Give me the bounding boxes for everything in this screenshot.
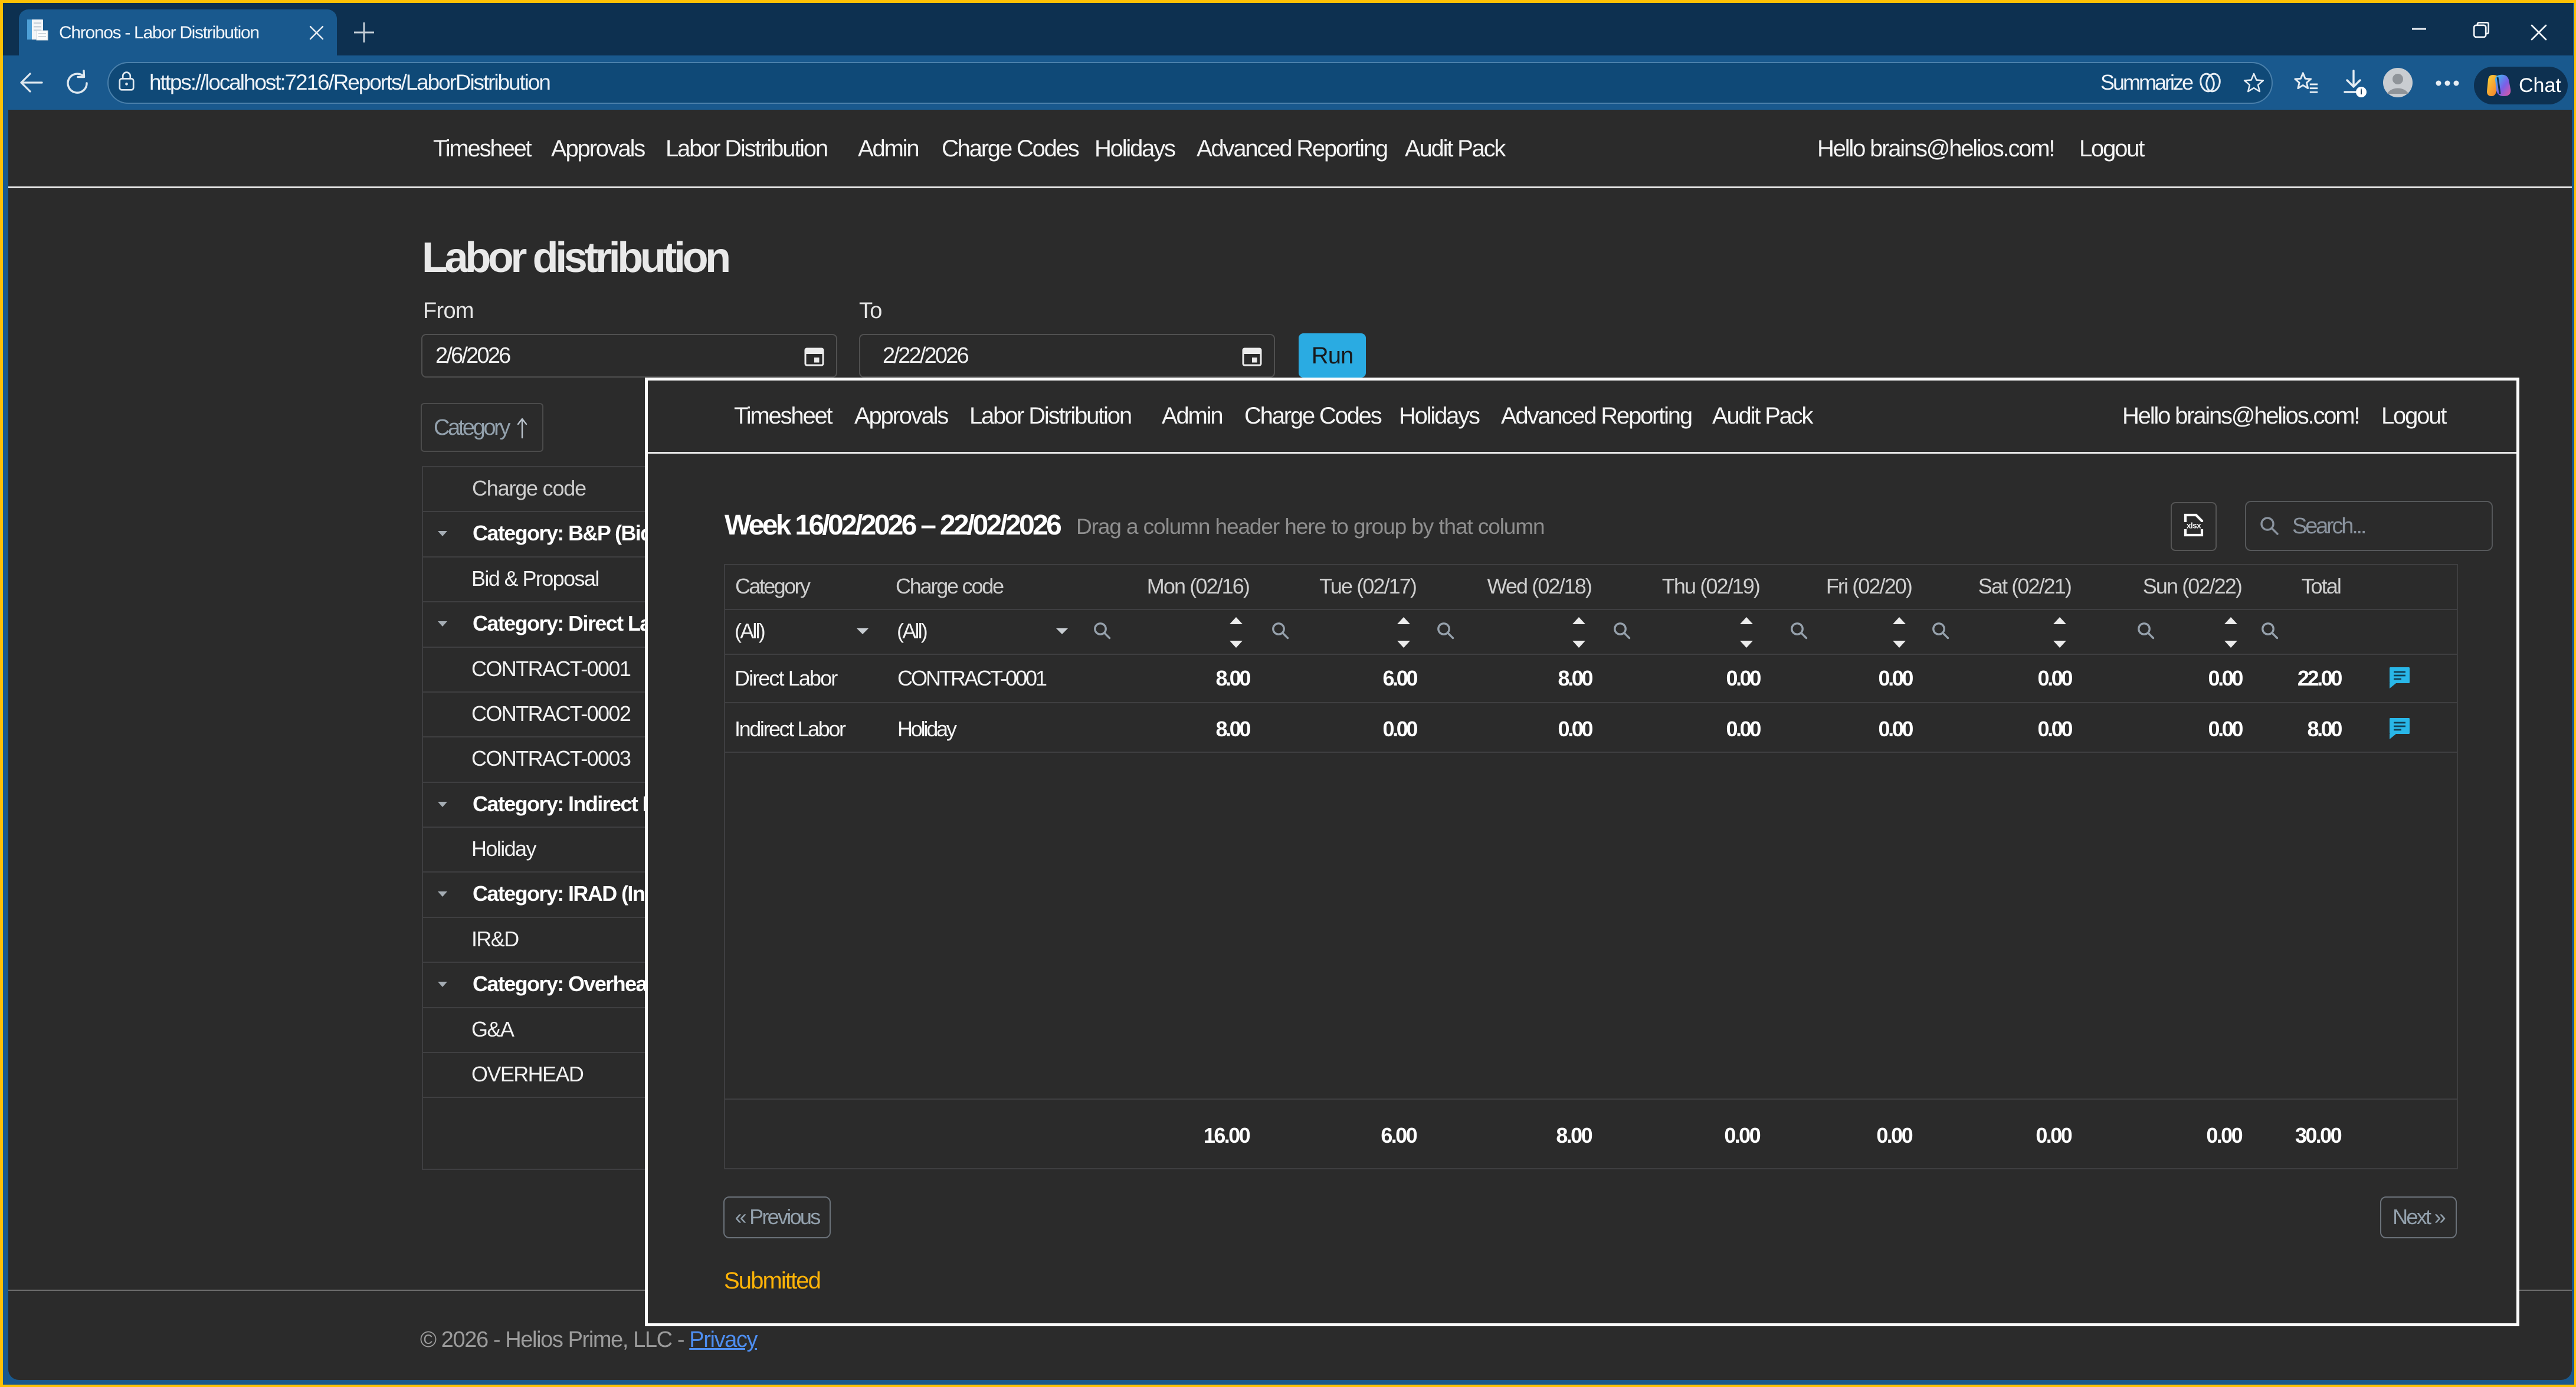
svg-text:xlsx: xlsx — [2187, 522, 2201, 530]
svg-text:i: i — [2360, 87, 2362, 96]
